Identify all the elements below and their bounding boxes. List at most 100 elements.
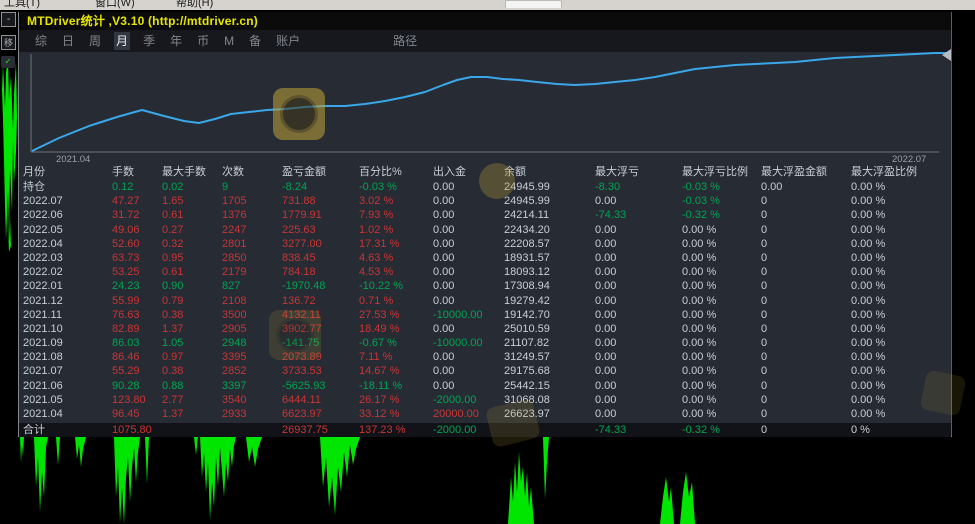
cell: 4.63 % [359, 251, 433, 265]
cell: 18931.57 [504, 251, 595, 265]
cell: 2021.11 [23, 308, 112, 322]
move-button[interactable]: 移 [1, 35, 16, 50]
cell: 0 [761, 379, 851, 393]
cell: 136.72 [282, 294, 359, 308]
cell: 0 [761, 322, 851, 336]
table-row[interactable]: 2021.1255.990.792108136.720.71 %0.001927… [19, 294, 951, 308]
table-row[interactable]: 2022.0124.230.90827-1970.48-10.22 %0.001… [19, 279, 951, 293]
table-row[interactable]: 2021.05123.802.7735406444.1126.17 %-2000… [19, 393, 951, 407]
cell: 1.65 [162, 194, 222, 208]
cell: 0.27 [162, 223, 222, 237]
cell: 22434.20 [504, 223, 595, 237]
cell: 2022.05 [23, 223, 112, 237]
cell: 0.00 % [682, 322, 761, 336]
cell: 7.93 % [359, 208, 433, 222]
cell: 0 [761, 423, 851, 437]
cell: 0.00 [595, 194, 682, 208]
table-row[interactable]: 2021.1082.891.3729053902.7718.49 %0.0025… [19, 322, 951, 336]
cell: 2852 [222, 364, 282, 378]
cell: 0.00 [595, 237, 682, 251]
cell: 手数 [112, 165, 162, 180]
cell: 0.00 [433, 364, 504, 378]
cell: 31.72 [112, 208, 162, 222]
cell: -10000.00 [433, 336, 504, 350]
cell: 最大浮亏 [595, 165, 682, 180]
table-row[interactable]: 2022.0549.060.272247225.631.02 %0.002243… [19, 223, 951, 237]
equity-line [32, 53, 948, 151]
cell: 百分比% [359, 165, 433, 180]
table-total-row[interactable]: 合计1075.8026937.75137.23 %-2000.00-74.33-… [19, 423, 951, 437]
menu-item-年[interactable]: 年 [168, 32, 184, 50]
menu-item-综[interactable]: 综 [33, 32, 49, 50]
cell: 0.00 % [851, 265, 951, 279]
cell: 2021.08 [23, 350, 112, 364]
cell: 17.31 % [359, 237, 433, 251]
menu-item-账户[interactable]: 账户 [274, 32, 302, 50]
cell: 19142.70 [504, 308, 595, 322]
cell: 0 [761, 194, 851, 208]
cell: 1779.91 [282, 208, 359, 222]
table-row[interactable]: 2021.0986.031.052948-141.75-0.67 %-10000… [19, 336, 951, 350]
cell: 18093.12 [504, 265, 595, 279]
cell: -0.03 % [359, 180, 433, 194]
table-row[interactable]: 2022.0452.600.3228013277.0017.31 %0.0022… [19, 237, 951, 251]
screen: 工具(T) 窗口(W) 帮助(H) - 移 ✓ M [0, 0, 975, 524]
menu-bar: 综日周月季年币M备账户 路径 [19, 30, 951, 52]
cell: 90.28 [112, 379, 162, 393]
cell: -5625.93 [282, 379, 359, 393]
cell: 0.00 [433, 279, 504, 293]
cell: 4.53 % [359, 265, 433, 279]
table-row[interactable]: 2021.0755.290.3828523733.5314.67 %0.0029… [19, 364, 951, 378]
cell: 次数 [222, 165, 282, 180]
cell: 0 [761, 350, 851, 364]
cell: 0.32 [162, 237, 222, 251]
cell: 47.27 [112, 194, 162, 208]
cell: 2022.07 [23, 194, 112, 208]
cell: 24214.11 [504, 208, 595, 222]
cell: 0.00 % [851, 350, 951, 364]
underlying-menu-fragment: 工具(T) [4, 0, 40, 10]
cell: -2000.00 [433, 393, 504, 407]
watermark-circle [479, 163, 515, 199]
cell: 持仓 [23, 180, 112, 194]
cell: 0.00 % [682, 308, 761, 322]
table-row[interactable]: 2021.0690.280.883397-5625.93-18.11 %0.00… [19, 379, 951, 393]
minimize-button[interactable]: - [1, 12, 16, 27]
cell: 0.38 [162, 308, 222, 322]
cell: 225.63 [282, 223, 359, 237]
table-row[interactable]: 2021.0496.451.3729336623.9733.12 %20000.… [19, 407, 951, 421]
table-row[interactable]: 2021.0886.460.9733952073.897.11 %0.00312… [19, 350, 951, 364]
cell: 0 [761, 364, 851, 378]
menu-item-周[interactable]: 周 [87, 32, 103, 50]
menu-item-备[interactable]: 备 [247, 32, 263, 50]
cell: 827 [222, 279, 282, 293]
menu-item-M[interactable]: M [222, 32, 236, 50]
cell: 0.00 % [682, 350, 761, 364]
cell: 49.06 [112, 223, 162, 237]
menu-item-月[interactable]: 月 [114, 32, 130, 50]
table-row[interactable]: 2022.0253.250.612179784.184.53 %0.001809… [19, 265, 951, 279]
cell: 1705 [222, 194, 282, 208]
cell: 55.29 [112, 364, 162, 378]
cell: 0.00 [433, 379, 504, 393]
cell: 0.00 % [851, 251, 951, 265]
cell: 17308.94 [504, 279, 595, 293]
window-title[interactable]: MTDriver统计 ,V3.10 (http://mtdriver.cn) [19, 12, 951, 30]
cell: 2022.04 [23, 237, 112, 251]
cell: 2021.07 [23, 364, 112, 378]
cell: 0.79 [162, 294, 222, 308]
cell: 0.00 [433, 223, 504, 237]
table-row[interactable]: 2022.0363.730.952850838.454.63 %0.001893… [19, 251, 951, 265]
cell: 3733.53 [282, 364, 359, 378]
menu-item-季[interactable]: 季 [141, 32, 157, 50]
cell: -74.33 [595, 423, 682, 437]
menu-item-币[interactable]: 币 [195, 32, 211, 50]
cell: 0.00 % [851, 294, 951, 308]
table-row[interactable]: 2022.0631.720.6113761779.917.93 %0.00242… [19, 208, 951, 222]
menu-item-路径[interactable]: 路径 [391, 32, 419, 50]
cell: 0.00 % [682, 265, 761, 279]
table-row[interactable]: 2021.1176.630.3835004132.1127.53 %-10000… [19, 308, 951, 322]
menu-item-日[interactable]: 日 [60, 32, 76, 50]
table-row[interactable]: 2022.0747.271.651705731.883.02 %0.002494… [19, 194, 951, 208]
cell: 0.00 % [682, 279, 761, 293]
